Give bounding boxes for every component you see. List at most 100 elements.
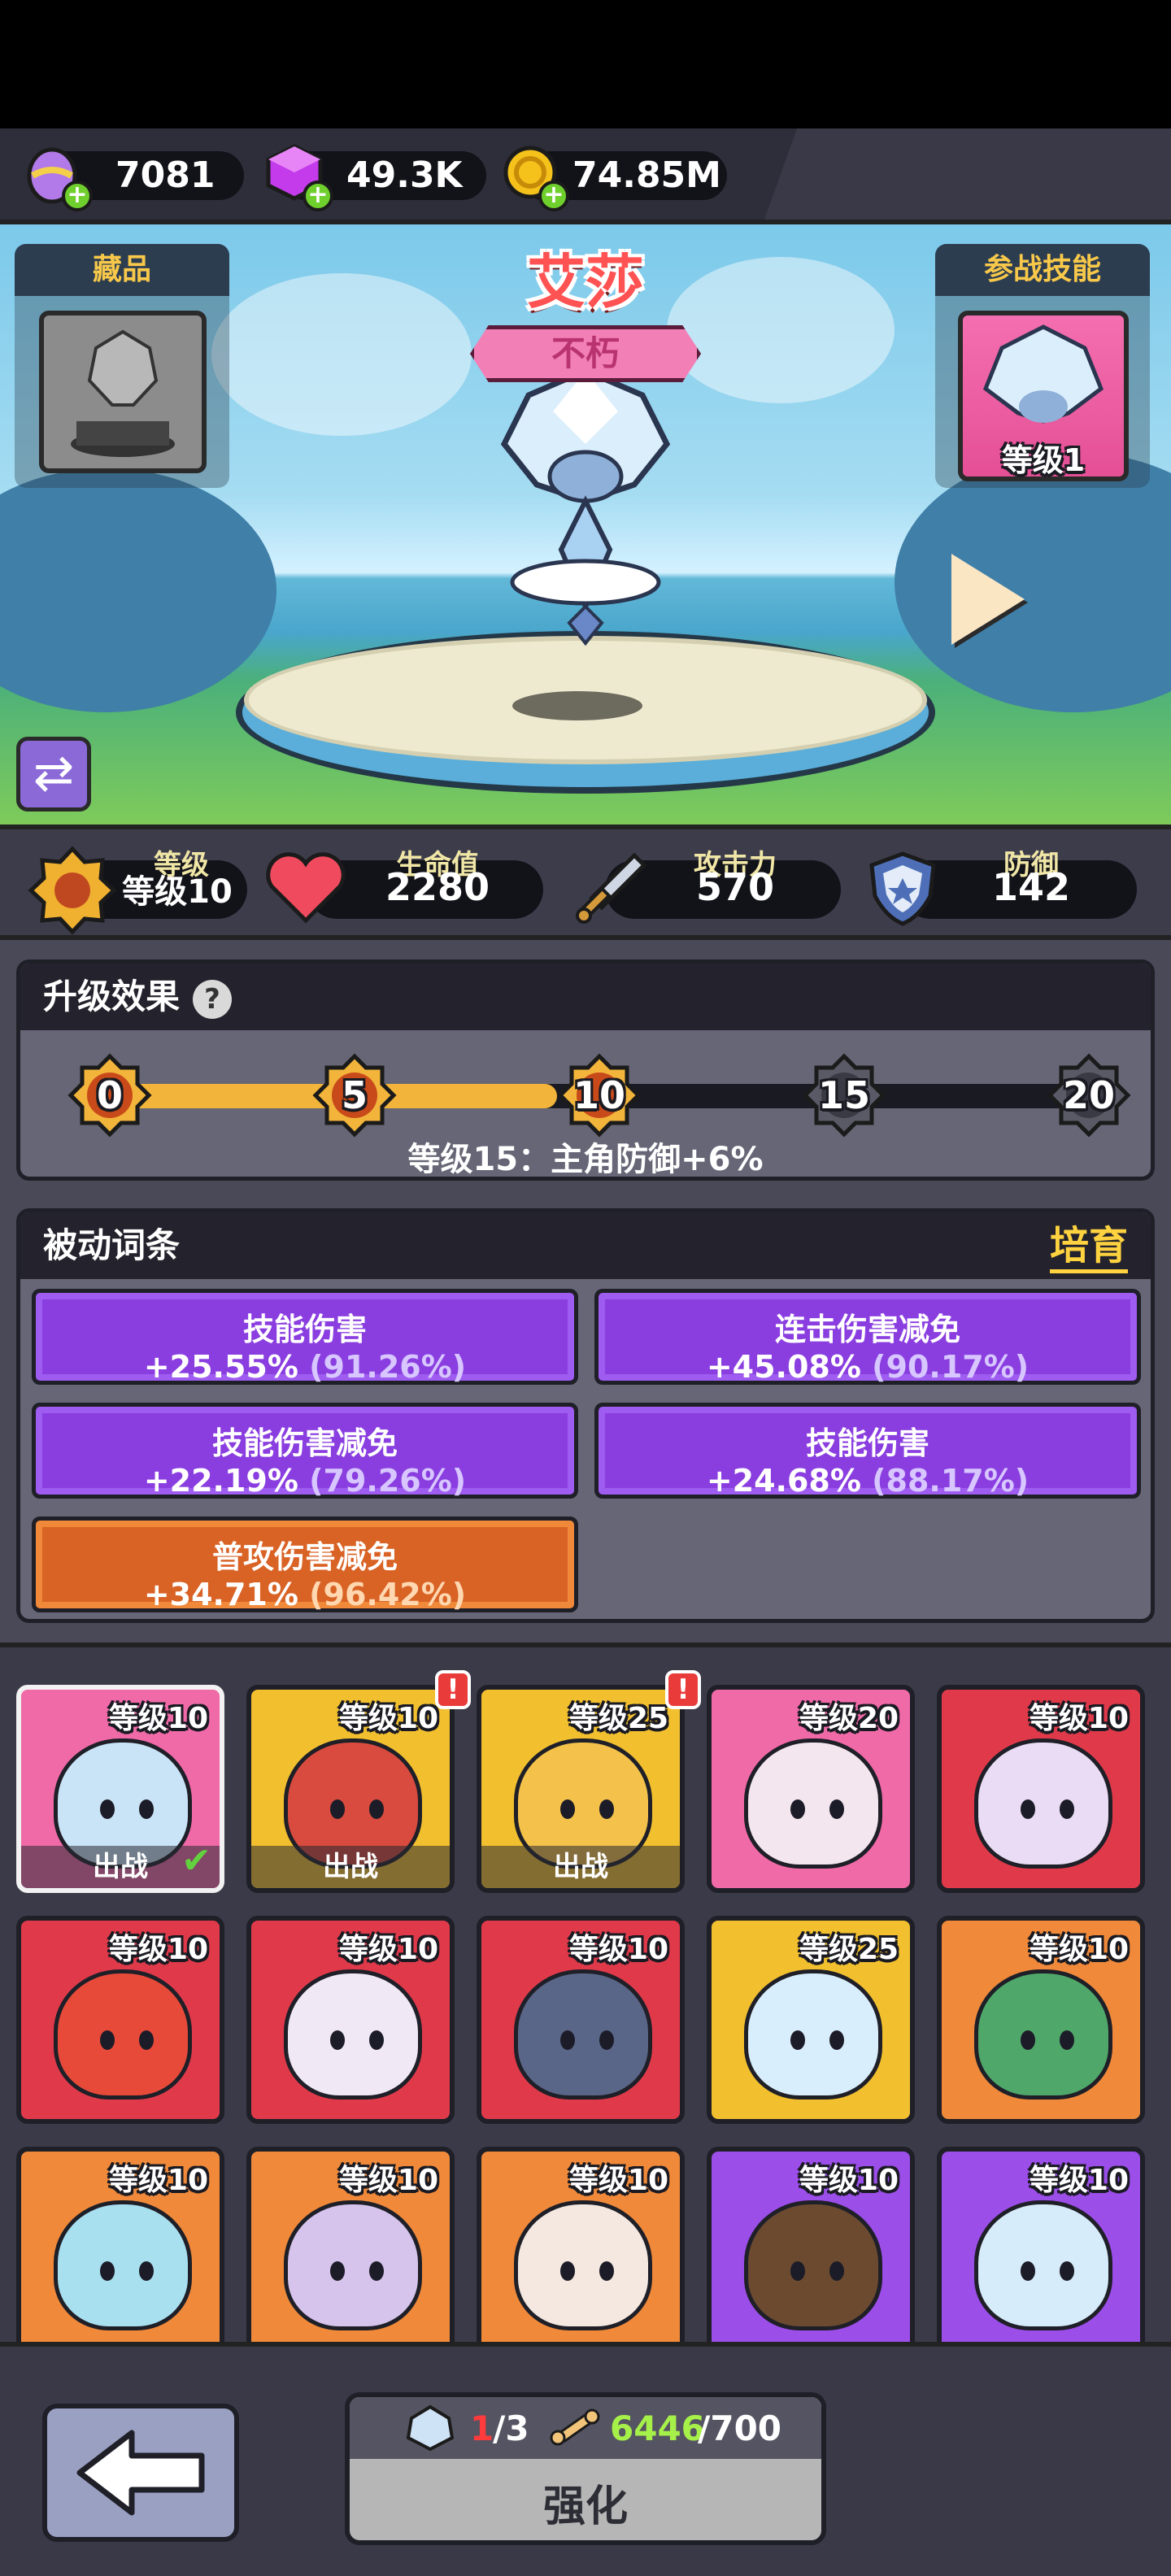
pet-portrait [514, 2200, 652, 2330]
back-arrow-icon [76, 2430, 205, 2516]
gem-add-icon[interactable]: + [303, 181, 333, 211]
affix-percent: (88.17%) [872, 1463, 1030, 1499]
pet-grid: 等级10 出战 ✔ 等级10 出战! 等级25 出战! 等级20 等级10 等级10 等级10 等级1… [0, 1643, 1171, 2342]
pet-portrait [744, 2200, 882, 2330]
affix-value: +24.68% (88.17%) [599, 1463, 1137, 1499]
level-badge-icon [28, 846, 117, 935]
egg-add-icon[interactable]: + [62, 181, 93, 211]
pet-level: 等级10 [338, 1933, 438, 1966]
pet-card[interactable]: 等级25 出战 [477, 1685, 685, 1893]
milestone-label: 10 [572, 1073, 625, 1117]
battle-skill-slot[interactable]: 等级1 [958, 311, 1129, 481]
status-bar [0, 0, 1171, 128]
help-icon[interactable]: ? [193, 979, 233, 1019]
pet-card[interactable]: 等级10 [477, 2147, 685, 2342]
affix-bonus: +25.55% [143, 1349, 298, 1385]
egg-icon: + [24, 143, 93, 211]
milestone-0[interactable]: 0 [67, 1053, 152, 1138]
pet-card[interactable]: 等级10 出战 [246, 1685, 455, 1893]
shard-owned: 1 [470, 2408, 494, 2448]
affix-bonus: +22.19% [143, 1463, 298, 1499]
bone-required: /700 [698, 2408, 782, 2448]
pet-card[interactable]: 等级10 出战 ✔ [16, 1685, 224, 1893]
cultivate-button[interactable]: 培育 [1049, 1222, 1128, 1273]
passive-affix-header: 被动词条 [20, 1212, 1151, 1279]
pet-portrait [744, 1969, 882, 2100]
collection-slot[interactable] [39, 311, 207, 473]
statue-icon [71, 329, 175, 457]
gem-currency-value: 49.3K [346, 154, 463, 196]
pet-card[interactable]: 等级20 [707, 1685, 915, 1893]
egg-currency-value: 7081 [115, 154, 215, 196]
enhance-cost-bar: 1 /3 6446 /700 [350, 2397, 821, 2459]
pet-portrait [54, 1969, 192, 2100]
pet-portrait [974, 1969, 1112, 2100]
milestone-10[interactable]: 10 [557, 1053, 642, 1138]
pet-level: 等级25 [568, 1702, 668, 1735]
pet-level: 等级25 [799, 1933, 899, 1966]
affix-bonus: +34.71% [143, 1577, 298, 1612]
pet-portrait [284, 2200, 422, 2330]
milestone-5[interactable]: 5 [312, 1053, 397, 1138]
upgrade-effect-title: 升级效果 [43, 977, 181, 1016]
stat-level-value: 等级10 [122, 873, 233, 911]
bone-icon [550, 2408, 600, 2446]
pet-card[interactable]: 等级10 [937, 2147, 1145, 2342]
pet-level: 等级10 [108, 1933, 208, 1966]
hero-figure[interactable] [455, 363, 716, 655]
passive-affix[interactable]: 技能伤害 +25.55% (91.26%) [32, 1289, 578, 1385]
milestone-label: 5 [341, 1073, 368, 1117]
pet-level: 等级20 [799, 1702, 899, 1735]
passive-affix[interactable]: 技能伤害减免 +22.19% (79.26%) [32, 1403, 578, 1499]
pet-card[interactable]: 等级10 [16, 1916, 224, 2124]
affix-bonus: +45.08% [706, 1349, 861, 1385]
affix-name: 技能伤害减免 [211, 1425, 398, 1461]
pet-level: 等级10 [1029, 2164, 1129, 2197]
hero-rank-badge: 不朽 [470, 325, 701, 382]
deployed-label: 出战 [251, 1846, 450, 1888]
stat-hp-value: 2280 [385, 865, 490, 909]
pet-portrait [974, 1738, 1112, 1869]
milestone-20[interactable]: 20 [1047, 1053, 1131, 1138]
next-upgrade-effect: 等级15：主角防御+6% [407, 1141, 764, 1178]
swap-icon[interactable]: ⇄ [16, 737, 91, 812]
pet-card[interactable]: 等级25 [707, 1916, 915, 2124]
passive-affix-panel: 被动词条 培育 技能伤害 +25.55% (91.26%) 连击伤害减免 +45.08… [16, 1208, 1155, 1623]
pet-level: 等级10 [338, 1702, 438, 1735]
shield-icon [862, 847, 951, 937]
milestone-label: 20 [1062, 1073, 1115, 1117]
ice-crystal-icon [982, 324, 1104, 424]
pet-card[interactable]: 等级10 [477, 1916, 685, 2124]
gold-add-icon[interactable]: + [538, 181, 569, 211]
pet-card[interactable]: 等级10 [937, 1685, 1145, 1893]
passive-affix-title: 被动词条 [43, 1225, 181, 1265]
gem-icon: + [265, 143, 333, 211]
hero-details: 升级效果? 0 5 10 15 20 等级15：主角防御+6% 被动词条 培育 技能伤害… [0, 940, 1171, 1643]
pet-card[interactable]: 等级10 [707, 2147, 915, 2342]
pet-portrait [54, 2200, 192, 2330]
passive-affix[interactable]: 普攻伤害减免 +34.71% (96.42%) [32, 1516, 578, 1612]
passive-affix[interactable]: 技能伤害 +24.68% (88.17%) [594, 1403, 1141, 1499]
pet-card[interactable]: 等级10 [246, 2147, 455, 2342]
milestone-15[interactable]: 15 [802, 1053, 886, 1138]
bush [0, 468, 276, 712]
milestone-label: 0 [96, 1073, 123, 1117]
ice-shard-icon [406, 2404, 455, 2452]
alert-icon: ! [435, 1670, 471, 1709]
back-button[interactable] [42, 2404, 239, 2542]
pet-card[interactable]: 等级10 [937, 1916, 1145, 2124]
passive-affix[interactable]: 连击伤害减免 +45.08% (90.17%) [594, 1289, 1141, 1385]
battle-skill-panel[interactable]: 参战技能 等级1 [935, 244, 1150, 488]
collection-panel[interactable]: 藏品 [15, 244, 229, 488]
pet-level: 等级10 [1029, 1933, 1129, 1966]
pet-card[interactable]: 等级10 [246, 1916, 455, 2124]
pet-level: 等级10 [1029, 1702, 1129, 1735]
affix-value: +22.19% (79.26%) [36, 1463, 574, 1499]
shard-required: /3 [493, 2408, 529, 2448]
battle-skill-label: 参战技能 [935, 244, 1150, 296]
next-hero-arrow-icon[interactable] [951, 554, 1025, 645]
pet-card[interactable]: 等级10 [16, 2147, 224, 2342]
affix-percent: (91.26%) [309, 1349, 467, 1385]
pet-level: 等级10 [338, 2164, 438, 2197]
enhance-button[interactable]: 1 /3 6446 /700 强化 [345, 2392, 826, 2545]
